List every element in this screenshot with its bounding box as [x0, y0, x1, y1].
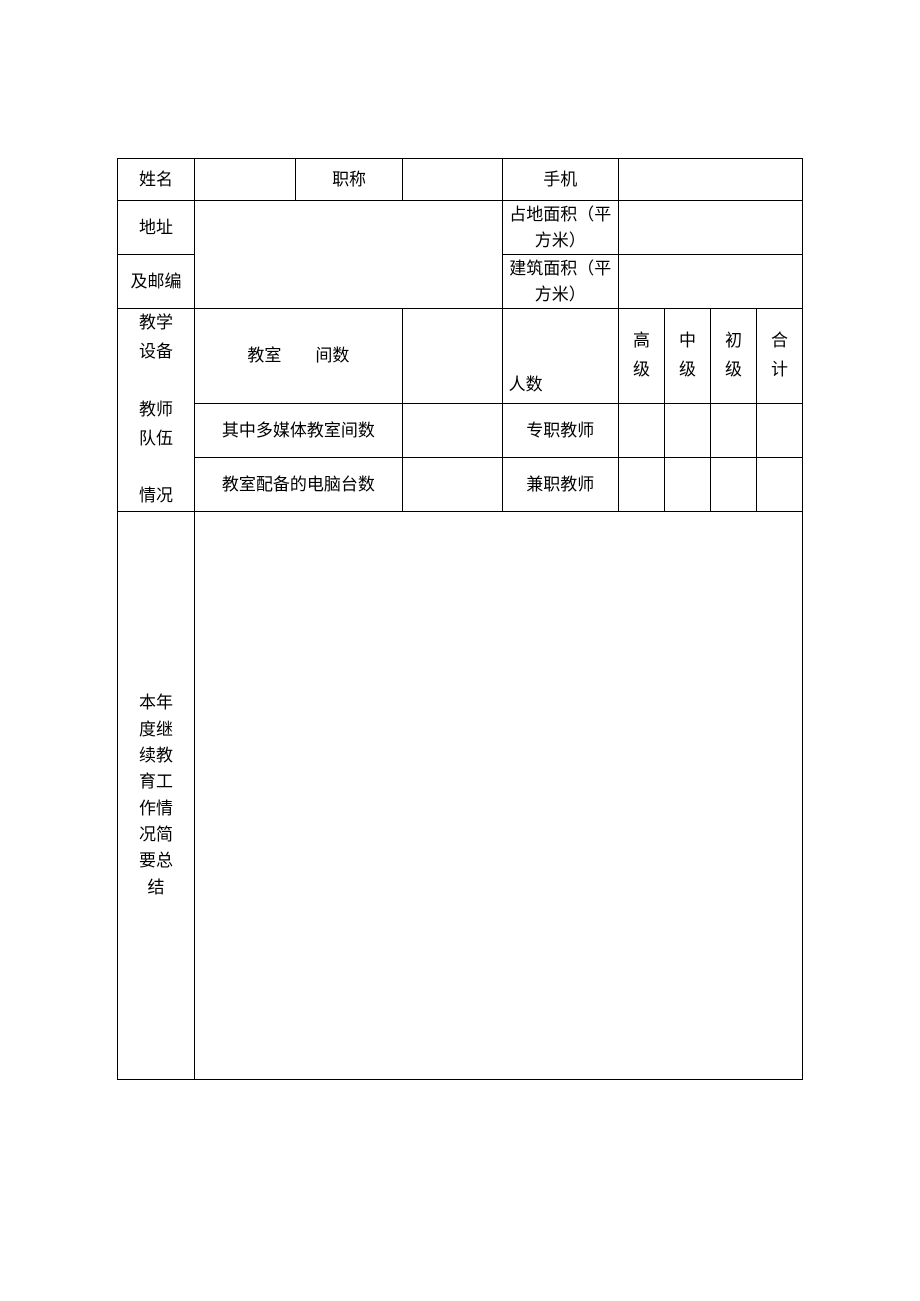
equipment-staff-label: 教学设备 教师队伍 情况 [118, 309, 195, 512]
pt-total[interactable] [756, 458, 802, 512]
multimedia-value[interactable] [402, 404, 502, 458]
parttime-label: 兼职教师 [502, 458, 618, 512]
classroom-count-label: 教室 间数 [194, 309, 402, 404]
pt-mid[interactable] [664, 458, 710, 512]
phone-label: 手机 [502, 159, 618, 201]
name-label: 姓名 [118, 159, 195, 201]
fulltime-label: 专职教师 [502, 404, 618, 458]
col-total: 合计 [756, 309, 802, 404]
ft-junior[interactable] [710, 404, 756, 458]
land-area-value[interactable] [618, 201, 802, 255]
equipment-staff-text: 教学设备 教师队伍 情况 [139, 313, 173, 505]
ft-senior[interactable] [618, 404, 664, 458]
col-senior: 高级 [618, 309, 664, 404]
ft-mid[interactable] [664, 404, 710, 458]
pt-junior[interactable] [710, 458, 756, 512]
summary-value[interactable] [194, 512, 802, 1080]
col-mid: 中级 [664, 309, 710, 404]
phone-value[interactable] [618, 159, 802, 201]
summary-label: 本年度继续教育工作情况简要总结 [118, 512, 195, 1080]
form-table: 姓名 职称 手机 地址 占地面积（平方米） 及邮编 建筑面积（平方米） 教学设备… [117, 158, 803, 1080]
classroom-count-value[interactable] [402, 309, 502, 404]
address-value[interactable] [194, 201, 502, 309]
computers-value[interactable] [402, 458, 502, 512]
pt-senior[interactable] [618, 458, 664, 512]
title-label: 职称 [296, 159, 403, 201]
land-area-label: 占地面积（平方米） [502, 201, 618, 255]
building-area-value[interactable] [618, 255, 802, 309]
building-area-label: 建筑面积（平方米） [502, 255, 618, 309]
zip-label: 及邮编 [118, 255, 195, 309]
people-count-label: 人数 [502, 309, 618, 404]
ft-total[interactable] [756, 404, 802, 458]
address-label: 地址 [118, 201, 195, 255]
computers-label: 教室配备的电脑台数 [194, 458, 402, 512]
multimedia-label: 其中多媒体教室间数 [194, 404, 402, 458]
title-value[interactable] [402, 159, 502, 201]
name-value[interactable] [194, 159, 295, 201]
col-junior: 初级 [710, 309, 756, 404]
